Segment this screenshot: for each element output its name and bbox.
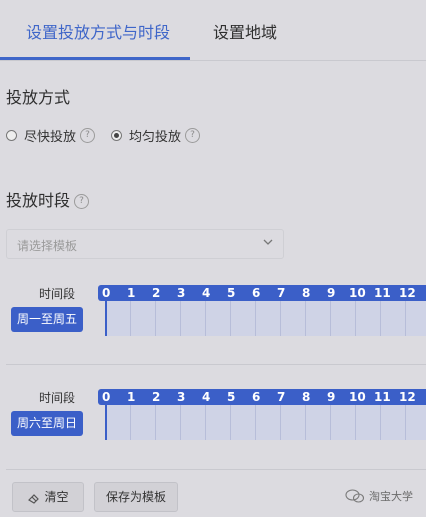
- time-slot-label: 时间段: [39, 391, 76, 405]
- hour-tick: 10: [349, 390, 366, 404]
- weekend-button[interactable]: 周六至周日: [11, 411, 83, 436]
- radio-label: 尽快投放: [24, 130, 77, 145]
- hour-tick: 8: [302, 390, 311, 404]
- hour-tick: 1: [127, 390, 136, 404]
- time-cursor: [105, 301, 107, 336]
- hour-tick: 2: [152, 390, 161, 404]
- hour-tick: 10: [349, 286, 366, 300]
- hour-tick: 2: [152, 286, 161, 300]
- help-icon[interactable]: ?: [185, 128, 201, 143]
- hour-tick: 3: [177, 286, 186, 300]
- watermark-text: 淘宝大学: [369, 490, 413, 503]
- hour-tick: 11: [374, 390, 391, 404]
- hour-tick: 7: [277, 286, 286, 300]
- hour-tick: 5: [227, 286, 236, 300]
- radio-even-delivery[interactable]: 均匀投放 ?: [111, 126, 201, 145]
- radio-button-selected[interactable]: [111, 130, 122, 141]
- time-cursor: [105, 405, 107, 440]
- radio-button[interactable]: [6, 130, 17, 141]
- chevron-down-icon: [263, 239, 273, 245]
- save-as-template-button[interactable]: 保存为模板: [94, 482, 178, 512]
- weekday-button[interactable]: 周一至周五: [11, 307, 83, 332]
- clear-button[interactable]: 清空: [12, 482, 84, 512]
- hour-tick: 11: [374, 286, 391, 300]
- hour-tick: 5: [227, 390, 236, 404]
- hour-tick: 0: [102, 286, 111, 300]
- hour-ruler: 0 1 2 3 4 5 6 7 8 9 10 11 12: [98, 285, 426, 301]
- active-tab-indicator: [0, 57, 190, 60]
- time-slot-title-text: 投放时段: [6, 191, 71, 210]
- hour-tick: 0: [102, 390, 111, 404]
- delivery-mode-title: 投放方式: [6, 88, 71, 107]
- hour-tick: 1: [127, 286, 136, 300]
- hour-tick: 8: [302, 286, 311, 300]
- hour-tick: 3: [177, 390, 186, 404]
- hour-ruler: 0 1 2 3 4 5 6 7 8 9 10 11 12: [98, 389, 426, 405]
- help-icon[interactable]: ?: [80, 128, 96, 143]
- divider: [6, 469, 426, 470]
- time-slot-label: 时间段: [39, 287, 76, 301]
- help-icon[interactable]: ?: [74, 194, 90, 209]
- divider: [6, 364, 426, 365]
- hour-tick: 9: [327, 390, 336, 404]
- hour-tick: 7: [277, 390, 286, 404]
- tab-region[interactable]: 设置地域: [213, 19, 277, 43]
- hour-tick: 4: [202, 286, 211, 300]
- hour-tick: 12: [399, 286, 416, 300]
- tab-delivery-mode-and-time[interactable]: 设置投放方式与时段: [26, 19, 170, 43]
- hour-tick: 4: [202, 390, 211, 404]
- radio-label: 均匀投放: [129, 130, 182, 145]
- hour-tick: 12: [399, 390, 416, 404]
- hour-tick: 9: [327, 286, 336, 300]
- wechat-icon: [345, 489, 365, 503]
- hour-tick: 6: [252, 390, 261, 404]
- hour-tick: 6: [252, 286, 261, 300]
- time-slot-title: 投放时段?: [6, 187, 90, 211]
- watermark: 淘宝大学: [345, 488, 413, 504]
- radio-fast-delivery[interactable]: 尽快投放 ?: [6, 126, 96, 145]
- template-select-placeholder: 请选择模板: [17, 239, 78, 253]
- tab-bar: 设置投放方式与时段 设置地域: [0, 0, 426, 61]
- template-select[interactable]: 请选择模板: [6, 229, 284, 259]
- clear-button-label: 清空: [44, 490, 69, 504]
- time-grid[interactable]: [105, 405, 426, 440]
- eraser-icon: [28, 493, 40, 504]
- time-grid[interactable]: [105, 301, 426, 336]
